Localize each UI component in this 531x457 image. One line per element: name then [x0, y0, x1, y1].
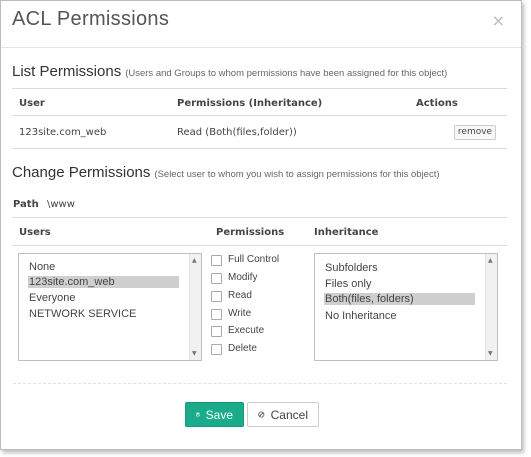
change-header-top-border [12, 217, 507, 218]
checkbox-write[interactable] [211, 309, 222, 320]
list-row-bottom-border [12, 148, 507, 149]
list-header-top-border [12, 88, 507, 89]
floppy-disk-icon [196, 412, 200, 417]
inheritance-option-both[interactable]: Both(files, folders) [324, 293, 475, 305]
row-permissions: Read (Both(files,folder)) [177, 127, 297, 138]
cancel-button-label: Cancel [270, 407, 308, 422]
column-header-permissions: Permissions (Inheritance) [177, 98, 323, 109]
dialog-title: ACL Permissions [12, 8, 170, 30]
save-button[interactable]: Save [185, 402, 244, 427]
save-button-label: Save [205, 407, 233, 422]
scroll-up-arrow-icon[interactable]: ▲ [488, 257, 493, 264]
title-divider [1, 47, 521, 48]
label-execute: Execute [228, 325, 265, 336]
inheritance-header: Inheritance [314, 227, 379, 238]
checkbox-delete[interactable] [211, 344, 222, 355]
label-read: Read [228, 290, 252, 301]
column-header-actions: Actions [416, 98, 458, 109]
row-user: 123site.com_web [19, 127, 107, 138]
checkbox-execute[interactable] [211, 326, 222, 337]
label-delete: Delete [228, 343, 257, 354]
cancel-button[interactable]: Cancel [247, 402, 319, 427]
user-option-network-service[interactable]: NETWORK SERVICE [29, 308, 136, 320]
close-icon[interactable]: × [492, 11, 505, 30]
user-option-123site[interactable]: 123site.com_web [28, 276, 179, 288]
remove-button[interactable]: remove [454, 125, 496, 140]
ban-icon [258, 411, 265, 418]
change-permissions-title: Change Permissions [12, 164, 151, 181]
list-header-bottom-border [12, 115, 507, 116]
scroll-down-arrow-icon[interactable]: ▼ [192, 350, 197, 357]
inheritance-option-none[interactable]: No Inheritance [325, 310, 397, 322]
change-header-bottom-border [12, 245, 507, 246]
users-scrollbar[interactable]: ▲ ▼ [189, 254, 201, 360]
path-label: Path [13, 199, 39, 210]
checkbox-modify[interactable] [211, 273, 222, 284]
inheritance-option-files-only[interactable]: Files only [325, 278, 371, 290]
footer-divider [13, 383, 507, 384]
label-modify: Modify [228, 272, 258, 283]
inheritance-option-subfolders[interactable]: Subfolders [325, 262, 378, 274]
scroll-up-arrow-icon[interactable]: ▲ [192, 257, 197, 264]
users-listbox[interactable]: None 123site.com_web Everyone NETWORK SE… [18, 253, 202, 361]
list-permissions-subtitle: (Users and Groups to whom permissions ha… [125, 68, 448, 79]
list-permissions-title: List Permissions [12, 63, 122, 80]
label-full-control: Full Control [228, 254, 280, 265]
users-header: Users [19, 227, 51, 238]
user-option-none[interactable]: None [29, 261, 55, 273]
column-header-user: User [19, 98, 45, 109]
checkbox-read[interactable] [211, 291, 222, 302]
permissions-header: Permissions [216, 227, 285, 238]
scroll-down-arrow-icon[interactable]: ▼ [488, 350, 493, 357]
change-permissions-heading: Change Permissions (Select user to whom y… [12, 164, 440, 181]
inheritance-listbox[interactable]: Subfolders Files only Both(files, folder… [314, 253, 498, 361]
inheritance-scrollbar[interactable]: ▲ ▼ [485, 254, 497, 360]
list-permissions-heading: List Permissions (Users and Groups to who… [12, 63, 447, 80]
acl-permissions-dialog: ACL Permissions × List Permissions (Users… [0, 0, 522, 450]
path-value: \www [47, 199, 75, 210]
change-permissions-subtitle: (Select user to whom you wish to assign … [154, 169, 440, 180]
user-option-everyone[interactable]: Everyone [29, 292, 75, 304]
checkbox-full-control[interactable] [211, 255, 222, 266]
label-write: Write [228, 308, 252, 319]
